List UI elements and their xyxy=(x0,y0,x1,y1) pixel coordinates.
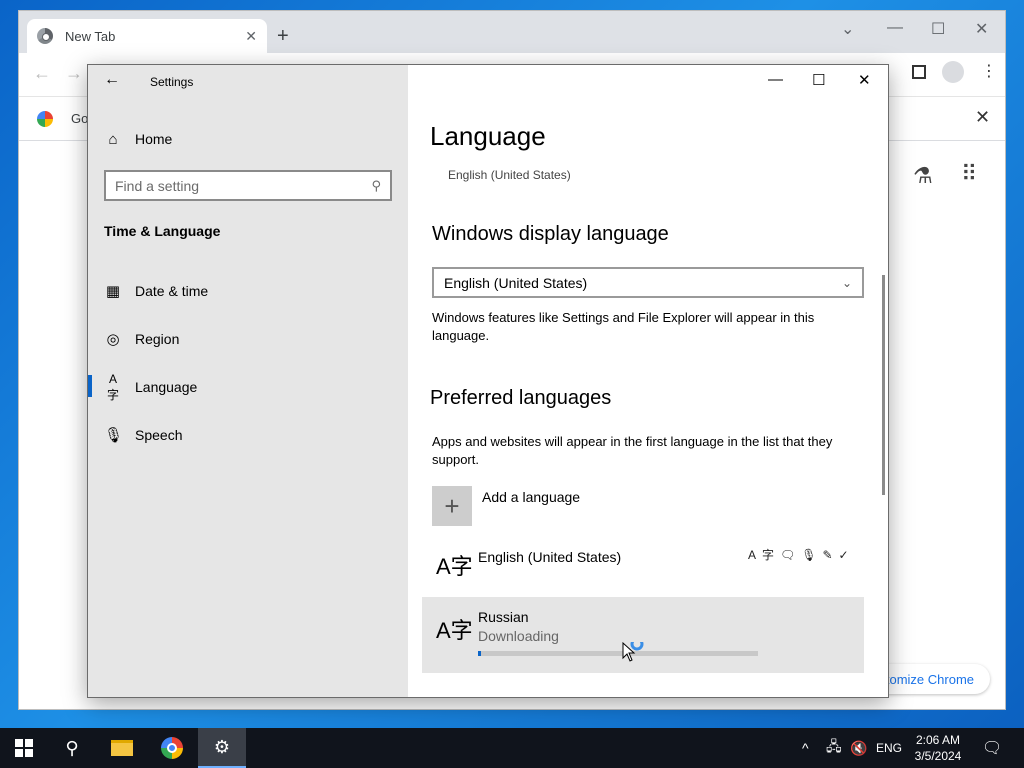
display-language-feature-icon: A字 xyxy=(748,548,781,562)
spelling-icon: ✓ xyxy=(838,548,855,562)
add-language-label[interactable]: Add a language xyxy=(482,489,580,505)
download-progress-fill xyxy=(478,651,481,656)
language-icon: A字 xyxy=(106,371,119,402)
forward-arrow-icon[interactable]: → xyxy=(65,63,83,84)
network-icon[interactable]: 🖧 xyxy=(826,728,842,768)
display-language-value: English (United States) xyxy=(444,274,588,291)
download-progress-bar xyxy=(478,651,758,656)
sidebar-item-label: Home xyxy=(135,131,173,147)
side-panel-icon[interactable] xyxy=(912,65,926,79)
language-name[interactable]: English (United States) xyxy=(478,549,621,565)
folder-icon xyxy=(111,740,133,756)
display-language-description: Windows features like Settings and File … xyxy=(432,310,815,343)
clock-time: 2:06 AM xyxy=(915,733,961,747)
clock-date: 3/5/2024 xyxy=(914,749,962,763)
maximize-icon[interactable]: ☐ xyxy=(812,71,825,89)
language-features-icons: A字🗨🎙✎✓ xyxy=(748,546,855,563)
minimize-icon[interactable]: — xyxy=(768,71,783,88)
input-language-indicator[interactable]: ENG xyxy=(876,728,902,768)
sidebar-item-region[interactable]: ◎ Region xyxy=(104,327,179,351)
chrome-tab-title: New Tab xyxy=(65,28,116,44)
taskbar: ⚲ ⚙ ^ 🖧 🔇 ENG 2:06 AM 3/5/2024 🗨 xyxy=(0,728,1024,768)
chrome-close-icon[interactable]: ✕ xyxy=(975,19,988,39)
sidebar-item-label: Language xyxy=(135,379,198,395)
bookmark-partial-label[interactable]: Go xyxy=(71,111,88,126)
gear-icon: ⚙ xyxy=(213,736,231,757)
sidebar-item-language[interactable]: A字 Language xyxy=(104,372,198,402)
chrome-menu-icon[interactable]: ⋮ xyxy=(981,61,997,81)
search-button[interactable]: ⚲ xyxy=(48,728,96,768)
notifications-icon[interactable]: 🗨 xyxy=(982,728,1002,768)
settings-taskbar-button[interactable]: ⚙ xyxy=(198,728,246,768)
back-arrow-icon[interactable]: ← xyxy=(104,71,120,89)
new-tab-button[interactable]: + xyxy=(277,25,289,48)
current-language-label: English (United States) xyxy=(448,168,571,182)
page-title: Language xyxy=(430,121,546,151)
display-language-heading: Windows display language xyxy=(432,223,669,245)
labs-flask-icon[interactable]: ⚗ xyxy=(913,163,933,189)
clock[interactable]: 2:06 AM 3/5/2024 xyxy=(906,732,970,764)
google-logo-icon xyxy=(37,111,53,127)
start-button[interactable] xyxy=(0,728,48,768)
text-to-speech-icon: 🗨 xyxy=(780,548,802,562)
language-glyph-icon: A字 xyxy=(436,554,473,579)
window-title: Settings xyxy=(150,75,194,89)
volume-muted-icon[interactable]: 🔇 xyxy=(850,728,867,768)
close-icon[interactable]: ✕ xyxy=(858,71,871,89)
sidebar-section-title: Time & Language xyxy=(104,223,221,239)
sidebar-item-label: Speech xyxy=(135,427,183,443)
chrome-maximize-icon[interactable]: ☐ xyxy=(931,19,945,39)
file-explorer-button[interactable] xyxy=(98,728,146,768)
settings-content: — ☐ ✕ Language English (United States) W… xyxy=(408,65,888,697)
globe-icon: ◎ xyxy=(106,331,120,348)
speech-recognition-icon: 🎙 xyxy=(801,548,823,562)
windows-logo-icon xyxy=(15,739,33,757)
back-arrow-icon[interactable]: ← xyxy=(33,63,51,84)
settings-sidebar: ← Settings ⌂ Home Find a setting ⚲ Time … xyxy=(88,65,408,697)
microphone-icon: 🎙 xyxy=(104,427,124,444)
profile-avatar-icon[interactable] xyxy=(942,61,964,83)
sidebar-item-date-time[interactable]: ▦ Date & time xyxy=(104,279,208,303)
sidebar-item-home[interactable]: ⌂ Home xyxy=(104,127,172,151)
search-icon: ⚲ xyxy=(371,177,381,193)
show-hidden-icons[interactable]: ^ xyxy=(802,728,809,768)
active-indicator xyxy=(88,375,92,397)
search-icon: ⚲ xyxy=(65,737,79,758)
scrollbar[interactable] xyxy=(882,275,885,495)
home-icon: ⌂ xyxy=(108,130,118,148)
chrome-favicon-icon xyxy=(37,28,53,44)
apps-grid-icon[interactable]: ⠿ xyxy=(961,161,977,187)
preferred-languages-heading: Preferred languages xyxy=(430,387,612,409)
search-placeholder: Find a setting xyxy=(115,177,200,194)
calendar-clock-icon: ▦ xyxy=(105,283,121,300)
plus-icon: + xyxy=(444,490,460,521)
preferred-languages-description: Apps and websites will appear in the fir… xyxy=(432,434,833,467)
mouse-cursor-icon xyxy=(622,637,646,669)
sidebar-item-speech[interactable]: 🎙 Speech xyxy=(104,423,182,447)
search-input[interactable]: Find a setting ⚲ xyxy=(104,170,392,201)
chrome-taskbar-button[interactable] xyxy=(148,728,196,768)
chrome-minimize-icon[interactable]: — xyxy=(887,19,903,37)
display-language-select[interactable]: English (United States) ⌄ xyxy=(432,267,864,298)
settings-window: ← Settings ⌂ Home Find a setting ⚲ Time … xyxy=(87,64,889,698)
sidebar-item-label: Region xyxy=(135,331,180,347)
infobar-close-icon[interactable]: ✕ xyxy=(975,107,990,128)
add-language-button[interactable]: + xyxy=(432,486,472,526)
language-glyph-icon: A字 xyxy=(436,618,473,643)
download-status: Downloading xyxy=(478,628,559,644)
chevron-down-icon: ⌄ xyxy=(841,275,852,290)
tab-close-icon[interactable]: ✕ xyxy=(245,28,257,45)
language-name: Russian xyxy=(478,609,529,625)
handwriting-icon: ✎ xyxy=(822,548,839,562)
chrome-icon xyxy=(161,737,183,759)
sidebar-item-label: Date & time xyxy=(135,283,209,299)
chrome-tab-new-tab[interactable]: New Tab ✕ xyxy=(27,19,267,53)
chrome-tab-search-icon[interactable]: ⌄ xyxy=(841,19,854,39)
